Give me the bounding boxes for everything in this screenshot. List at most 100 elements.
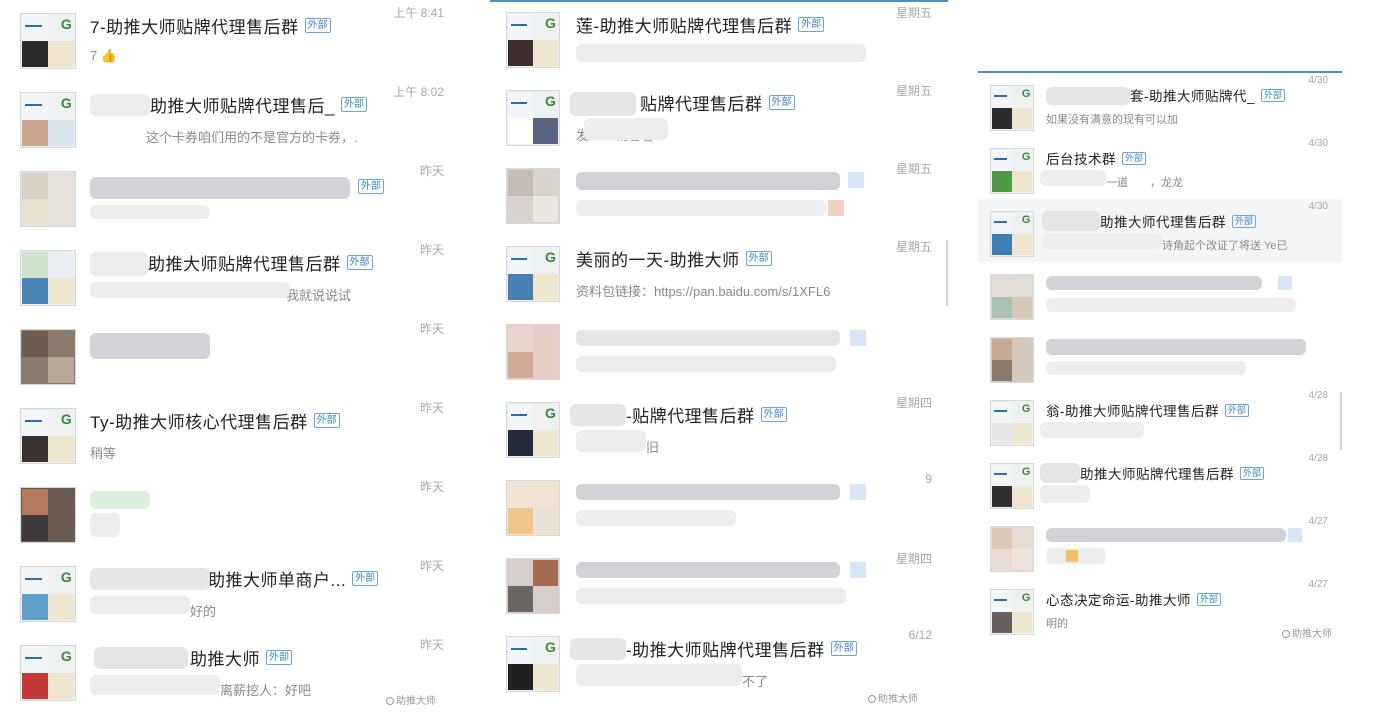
- external-tag: 外部: [745, 251, 772, 266]
- user-avatar: [506, 480, 560, 536]
- blurred-name: [90, 491, 150, 509]
- chat-name: 套-助推大师贴牌代_: [1130, 89, 1256, 104]
- external-tag: 外部: [346, 255, 373, 270]
- chat-item[interactable]: 外部 昨天: [0, 158, 478, 237]
- blurred-preview: [576, 430, 646, 452]
- blurred-preview: [584, 118, 668, 140]
- external-tag: 外部: [340, 97, 367, 112]
- blurred-name: [576, 172, 840, 190]
- chat-preview: 如果没有满意的现有可以加: [1046, 114, 1178, 126]
- chat-item[interactable]: 助推大师贴牌代理售后群 外部 我就说说试 昨天: [0, 237, 478, 316]
- chat-item[interactable]: [978, 262, 1342, 325]
- external-tag: 外部: [768, 95, 795, 110]
- group-avatar: G: [506, 246, 560, 302]
- external-tag: 外部: [830, 641, 857, 656]
- chat-item[interactable]: G 7-助推大师贴牌代理售后群 外部 7 👍 上午 8:41: [0, 0, 478, 79]
- group-avatar: G: [506, 402, 560, 458]
- chat-item[interactable]: 星期五: [490, 156, 948, 234]
- chat-item[interactable]: [978, 325, 1342, 388]
- blurred-preview: [90, 205, 210, 219]
- blurred-preview: [576, 588, 846, 604]
- external-tag: 外部: [1197, 592, 1222, 606]
- chat-time: 昨天: [419, 559, 444, 573]
- blurred-name: [90, 94, 150, 116]
- blurred-preview: [576, 664, 742, 686]
- chat-preview: 我就说说试: [286, 288, 352, 303]
- group-avatar: G: [20, 408, 76, 464]
- chat-item[interactable]: G 美丽的一天-助推大师 外部 资料包链接：https://pan.baidu.…: [490, 234, 948, 312]
- external-tag: 外部: [760, 407, 787, 422]
- thumbs-up-icon: 👍: [100, 48, 118, 63]
- chat-item[interactable]: G 后台技术群 外部 一道 ，龙龙 4/30: [978, 136, 1342, 199]
- chat-item[interactable]: 星期四: [490, 546, 948, 624]
- blurred-preview: [90, 513, 120, 537]
- chat-item[interactable]: G 助推大师贴牌代理售后_ 外部 这个卡券咱们用的不是官方的卡券，. 上午 8:…: [0, 79, 478, 158]
- chat-time: 上午 8:41: [393, 6, 444, 20]
- chat-item[interactable]: G 助推大师代理售后群 外部 诗角起个改证了将送 Ye已 4/30: [978, 199, 1342, 262]
- blurred-preview: [1046, 298, 1296, 312]
- watermark: 助推大师: [868, 690, 918, 705]
- chat-preview: 不了: [742, 674, 769, 689]
- blurred-name: [576, 330, 840, 346]
- external-tag: 外部: [313, 413, 340, 428]
- chat-time: 4/28: [1308, 453, 1328, 464]
- blurred-name: [1046, 528, 1286, 542]
- chat-time: 上午 8:02: [393, 85, 444, 99]
- watermark-logo-icon: [1282, 630, 1290, 638]
- external-tag: 外部: [1232, 214, 1257, 228]
- blurred-preview: [576, 44, 866, 62]
- chat-item[interactable]: G 莲-助推大师贴牌代理售后群 外部 星期五: [490, 0, 948, 78]
- watermark-logo-icon: [868, 695, 876, 703]
- chat-item[interactable]: G 翁-助推大师贴牌代理售后群 外部 4/28: [978, 388, 1342, 451]
- external-tag: 外部: [1261, 88, 1286, 102]
- user-avatar: [20, 329, 76, 385]
- blurred-name: [1046, 339, 1306, 355]
- external-tag: 外部: [798, 17, 825, 32]
- external-tag: 外部: [352, 571, 379, 586]
- chat-name: 后台技术群: [1046, 152, 1116, 167]
- chat-time: 星期五: [895, 240, 932, 254]
- blurred-name: [570, 638, 626, 660]
- group-avatar: G: [20, 645, 76, 701]
- user-avatar: [506, 558, 560, 614]
- chat-name: 莲-助推大师贴牌代理售后群: [576, 17, 793, 36]
- chat-name: 心态决定命运-助推大师: [1046, 593, 1191, 608]
- external-tag: 外部: [1240, 466, 1265, 480]
- watermark-logo-icon: [386, 697, 394, 705]
- chat-item[interactable]: G 助推大师贴牌代理售后群 外部 4/28: [978, 451, 1342, 514]
- blurred-name: [94, 647, 188, 669]
- blurred-preview: [90, 596, 190, 614]
- chat-name: 助推大师贴牌代理售后群: [148, 255, 341, 274]
- chat-time: 4/30: [1308, 138, 1328, 149]
- blurred-name: [90, 333, 210, 359]
- chat-item[interactable]: 9: [490, 468, 948, 546]
- group-avatar: G: [20, 13, 76, 69]
- chat-time: 4/27: [1308, 516, 1328, 527]
- chat-item[interactable]: 4/27: [978, 514, 1342, 577]
- chat-item[interactable]: G 套-助推大师贴牌代_ 外部 如果没有满意的现有可以加 4/30: [978, 73, 1342, 136]
- chat-item[interactable]: [490, 312, 948, 390]
- chat-name: -助推大师贴牌代理售后群: [626, 641, 825, 660]
- blurred-name: [570, 404, 626, 426]
- chat-preview: 7 👍: [90, 48, 118, 63]
- chat-item[interactable]: G Ty-助推大师核心代理售后群 外部 稍等 昨天: [0, 395, 478, 474]
- blurred-name: [1046, 87, 1130, 105]
- chat-preview: 稍等: [90, 446, 117, 461]
- blurred-preview: [1046, 361, 1246, 375]
- external-tag: 外部: [358, 179, 384, 194]
- chat-item[interactable]: G -贴牌代理售后群 外部 旧 星期四: [490, 390, 948, 468]
- chat-item[interactable]: 昨天: [0, 474, 478, 553]
- group-avatar: G: [990, 400, 1034, 446]
- external-tag: 外部: [1122, 151, 1147, 165]
- chat-preview: 好的: [190, 604, 217, 619]
- chat-item[interactable]: 昨天: [0, 316, 478, 395]
- chat-list-column-2: G 莲-助推大师贴牌代理售后群 外部 星期五 G 贴牌代理售后群 外部 发 销着…: [490, 0, 948, 705]
- chat-list-column-1: G 7-助推大师贴牌代理售后群 外部 7 👍 上午 8:41 G 助推大师贴牌代…: [0, 0, 478, 711]
- chat-item[interactable]: G 贴牌代理售后群 外部 发 销着着 星期五: [490, 78, 948, 156]
- chat-name: 翁-助推大师贴牌代理售后群: [1046, 404, 1219, 419]
- chat-item[interactable]: G 助推大师单商户... 外部 好的 昨天: [0, 553, 478, 632]
- blurred-name: [1046, 276, 1262, 290]
- blurred-preview: [576, 510, 736, 526]
- blurred-name: [90, 568, 210, 590]
- blurred-name: [90, 252, 148, 276]
